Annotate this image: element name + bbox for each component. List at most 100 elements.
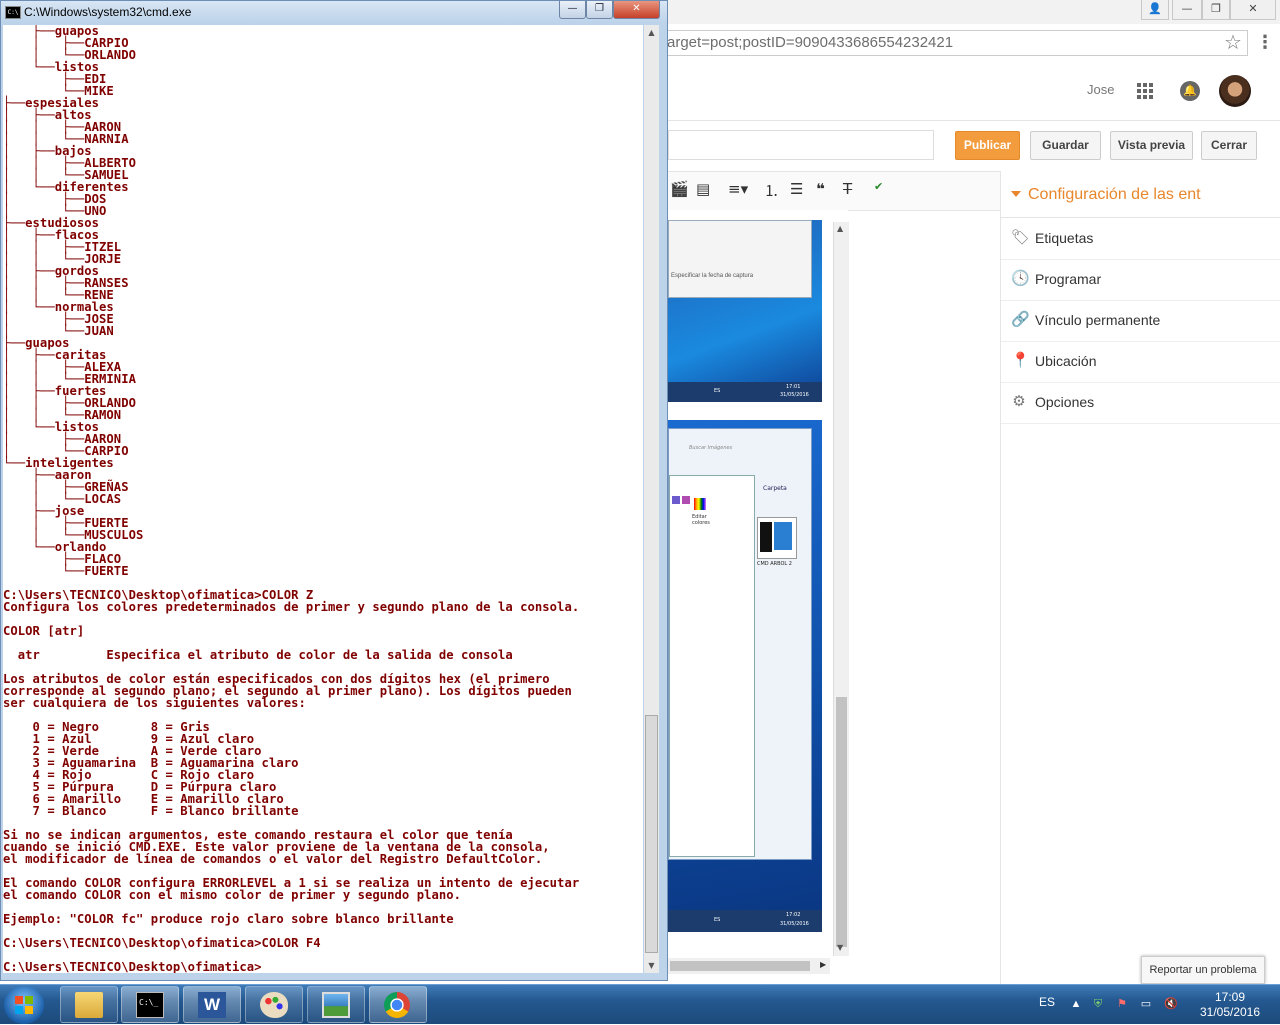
avatar[interactable] (1219, 75, 1251, 107)
sidebar-item-schedule[interactable]: 🕓 Programar (1001, 259, 1280, 301)
editor-scrollbar[interactable]: ▲ ▼ (833, 222, 849, 956)
browser-maximize-button[interactable]: ❐ (1202, 0, 1230, 20)
numbered-list-icon[interactable]: ⒈ (764, 180, 779, 201)
tag-icon: 🏷 (1011, 229, 1031, 246)
cmd-app-icon[interactable]: C:\ (5, 6, 21, 19)
close-editor-button[interactable]: Cerrar (1201, 131, 1257, 160)
quote-icon[interactable]: ❝ (816, 180, 825, 198)
remove-format-icon[interactable]: T (843, 180, 852, 198)
bulleted-list-icon[interactable]: ☰ (790, 180, 803, 198)
screenshot2-tray-lang: ES (714, 917, 721, 923)
sidebar-item-label: Ubicación (1035, 353, 1097, 369)
cmd-close-button[interactable]: ✕ (613, 1, 660, 19)
sidebar-item-label: Opciones (1035, 394, 1095, 410)
user-name[interactable]: Jose (1087, 82, 1114, 97)
insert-video-icon[interactable]: 🎬 (670, 180, 689, 198)
screenshot-taskbar-2: ES 17:02 31/05/2016 (668, 910, 822, 932)
screenshot-search-box: Buscar Imágenes (689, 445, 733, 451)
screenshot-explorer-window: Buscar Imágenes Carpeta CMD ARBOL 2 Edit… (668, 428, 812, 860)
windows-taskbar: C:\_ W ES ▲ ⛨ ⚑ ▭ 🔇 17:09 31/05/2016 (0, 984, 1280, 1024)
editor-scroll-thumb[interactable] (836, 697, 847, 947)
language-indicator[interactable]: ES (1039, 995, 1055, 1009)
taskbar-paint[interactable] (245, 986, 303, 1023)
screenshot2-tray-time: 17:02 (786, 912, 801, 918)
word-icon: W (198, 992, 226, 1018)
cmd-scrollbar[interactable]: ▲ ▼ (644, 25, 659, 973)
action-center-icon[interactable]: ▭ (1140, 998, 1152, 1010)
horizontal-scroll-thumb[interactable] (670, 961, 810, 971)
bookmark-star-icon[interactable]: ☆ (1224, 30, 1242, 54)
console-text: ├──guapos │ ├──CARPIO │ └──ORLANDO └──li… (3, 25, 580, 973)
network-error-icon[interactable]: ⚑ (1116, 998, 1128, 1010)
chrome-icon (384, 992, 410, 1018)
chrome-menu-icon[interactable]: ⋮ (1256, 32, 1274, 53)
taskbar-word[interactable]: W (183, 986, 241, 1023)
align-icon[interactable]: ≡▾ (728, 180, 748, 198)
post-settings-header[interactable]: Configuración de las ent (1001, 171, 1280, 218)
volume-muted-icon[interactable]: 🔇 (1164, 998, 1178, 1010)
taskbar-cmd[interactable]: C:\_ (121, 986, 179, 1023)
sidebar-item-permalink[interactable]: 🔗 Vínculo permanente (1001, 300, 1280, 342)
taskbar-file-explorer[interactable] (60, 986, 118, 1023)
insert-jump-break-icon[interactable]: ▤ (696, 180, 710, 198)
post-settings-title: Configuración de las ent (1028, 186, 1201, 203)
sidebar-item-location[interactable]: 📍 Ubicación (1001, 341, 1280, 383)
embedded-screenshot-1: Especificar la fecha de captura ES 17:01… (668, 220, 822, 402)
cmd-title-bar[interactable]: C:\ C:\Windows\system32\cmd.exe — ❐ ✕ (1, 1, 667, 23)
clock-icon: 🕓 (1011, 270, 1030, 287)
cmd-scroll-down-icon[interactable]: ▼ (644, 958, 659, 973)
cmd-window-title: C:\Windows\system32\cmd.exe (24, 5, 192, 19)
screenshot-thumbnail-label: CMD ARBOL 2 (757, 561, 792, 567)
security-shield-icon[interactable]: ⛨ (1092, 998, 1104, 1010)
cmd-scroll-thumb[interactable] (645, 715, 658, 953)
cmd-maximize-button[interactable]: ❐ (586, 1, 613, 19)
sidebar-item-labels[interactable]: 🏷 Etiquetas (1001, 218, 1280, 260)
sidebar-item-label: Etiquetas (1035, 230, 1094, 246)
cmd-minimize-button[interactable]: — (559, 1, 586, 19)
post-settings-sidebar: Configuración de las ent 🏷 Etiquetas 🕓 P… (1000, 171, 1280, 984)
screenshot2-tray-date: 31/05/2016 (780, 921, 809, 927)
screenshot-tray-time: 17:01 (786, 384, 801, 390)
taskbar-photo-viewer[interactable] (307, 986, 365, 1023)
url-input[interactable]: arget=post;postID=9090433686554232421 (666, 30, 1248, 56)
paint-icon (260, 992, 288, 1018)
publish-button[interactable]: Publicar (955, 131, 1020, 160)
windows-logo-icon (15, 996, 33, 1014)
cmd-scroll-up-icon[interactable]: ▲ (644, 25, 659, 40)
post-title-input[interactable] (668, 130, 934, 160)
clock-time: 17:09 (1214, 990, 1246, 1004)
scroll-up-icon[interactable]: ▲ (837, 224, 843, 233)
screenshot-taskbar: ES 17:01 31/05/2016 (668, 382, 822, 402)
editor-horizontal-scrollbar[interactable]: ▶ (668, 958, 830, 974)
preview-button[interactable]: Vista previa (1110, 131, 1193, 160)
clock-date: 31/05/2016 (1199, 1005, 1261, 1019)
screenshot-dialog: Especificar la fecha de captura (668, 220, 812, 298)
screenshot-thumbnail (757, 517, 797, 559)
scroll-down-icon[interactable]: ▼ (837, 943, 843, 952)
spell-check-icon[interactable]: ✔ (874, 180, 883, 193)
scroll-right-icon[interactable]: ▶ (820, 960, 826, 969)
notifications-bell-icon[interactable]: 🔔 (1180, 81, 1200, 101)
browser-close-button[interactable]: ✕ (1230, 0, 1276, 20)
cmd-icon: C:\_ (136, 992, 164, 1018)
start-button[interactable] (4, 986, 44, 1024)
screenshot-tray-date: 31/05/2016 (780, 392, 809, 398)
editor-toolbar: 🎬 ▤ ≡▾ ⒈ ☰ ❝ T ✔ (668, 171, 1000, 211)
photo-viewer-icon (322, 992, 350, 1018)
apps-grid-icon[interactable] (1137, 83, 1153, 99)
screenshot-paint-window: Editar colores (669, 475, 755, 857)
report-problem-button[interactable]: Reportar un problema (1141, 956, 1265, 984)
taskbar-chrome[interactable] (369, 986, 427, 1023)
screenshot-edit-colors: Editar colores (692, 514, 710, 526)
link-icon: 🔗 (1011, 311, 1030, 328)
console-output[interactable]: ├──guapos │ ├──CARPIO │ └──ORLANDO └──li… (3, 25, 643, 973)
clock[interactable]: 17:09 31/05/2016 (1190, 990, 1270, 1020)
save-button[interactable]: Guardar (1030, 131, 1101, 160)
sidebar-item-options[interactable]: ⚙ Opciones (1001, 382, 1280, 424)
show-hidden-icons-icon[interactable]: ▲ (1070, 998, 1082, 1010)
browser-minimize-button[interactable]: — (1172, 0, 1202, 20)
cmd-window: C:\ C:\Windows\system32\cmd.exe — ❐ ✕ ├─… (0, 0, 668, 981)
embedded-screenshot-2: Buscar Imágenes Carpeta CMD ARBOL 2 Edit… (668, 420, 822, 932)
system-tray: ES ▲ ⛨ ⚑ ▭ 🔇 17:09 31/05/2016 (1030, 985, 1280, 1025)
browser-user-button[interactable]: 👤 (1141, 0, 1169, 20)
